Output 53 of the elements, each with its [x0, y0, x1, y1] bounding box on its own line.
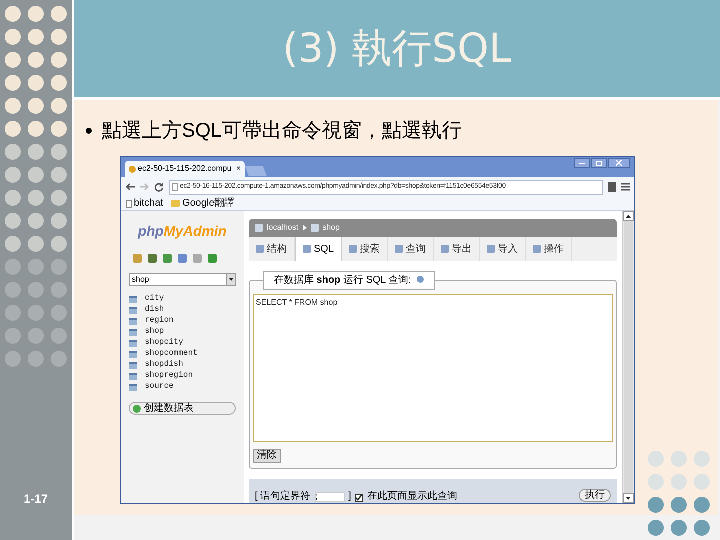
- table-link[interactable]: source: [145, 383, 174, 391]
- show-query-checkbox[interactable]: [355, 494, 364, 502]
- tab[interactable]: 导出: [434, 237, 480, 261]
- delimiter-label: [ 语句定界符: [255, 492, 311, 502]
- minimize-button[interactable]: [574, 158, 590, 168]
- tab[interactable]: 导入: [480, 237, 526, 261]
- page-icon: [172, 183, 178, 191]
- scroll-up-arrow-icon[interactable]: [626, 214, 631, 218]
- table-link[interactable]: region: [145, 317, 174, 325]
- dropdown-arrow-icon: [228, 278, 234, 281]
- close-window-button[interactable]: [608, 158, 630, 168]
- tab[interactable]: 操作: [526, 237, 572, 261]
- table-link[interactable]: shopcomment: [145, 350, 198, 358]
- show-query-label: 在此页面显示此查询: [367, 492, 458, 502]
- table-link[interactable]: city: [145, 295, 164, 303]
- tab[interactable]: 搜索: [342, 237, 388, 261]
- page-number: 1-17: [24, 491, 48, 508]
- bullet-icon: [86, 128, 92, 134]
- table-link[interactable]: shopdish: [145, 361, 184, 369]
- bullet-text: 點選上方SQL可帶出命令視窗，點選執行: [102, 119, 462, 144]
- table-link[interactable]: shopcity: [145, 339, 184, 347]
- table-link[interactable]: dish: [145, 306, 164, 314]
- database-select[interactable]: shop: [129, 273, 236, 286]
- close-tab-button[interactable]: ×: [236, 163, 241, 175]
- add-icon: [133, 404, 141, 412]
- scroll-down-arrow-icon[interactable]: [626, 496, 631, 500]
- tab[interactable]: SQL: [295, 237, 342, 261]
- breadcrumb-arrow-icon: [302, 225, 307, 231]
- folder-icon: [171, 200, 180, 207]
- reload-icon[interactable]: [155, 182, 164, 192]
- bookmark-link[interactable]: Google翻譯: [182, 198, 235, 208]
- back-icon[interactable]: [125, 183, 135, 191]
- close-icon: [616, 160, 622, 166]
- table-link[interactable]: shopregion: [145, 372, 194, 380]
- scrollbar[interactable]: [622, 211, 634, 503]
- clear-button[interactable]: 清除: [253, 449, 281, 463]
- sql-textarea[interactable]: SELECT * FROM shop: [253, 294, 613, 442]
- slide-title: (3) 執行SQL: [282, 24, 512, 74]
- browser-tab[interactable]: ec2-50-15-115-202.compu ×: [125, 161, 245, 177]
- query-legend: 在数据库 shop 运行 SQL 查询:: [263, 271, 436, 290]
- bookmark-link[interactable]: bitchat: [134, 198, 164, 208]
- table-link[interactable]: shop: [145, 328, 164, 336]
- delimiter-end: ]: [348, 492, 352, 502]
- maximize-button[interactable]: [591, 158, 607, 168]
- favicon-icon: [129, 166, 136, 172]
- delimiter-field[interactable]: ;: [314, 492, 345, 502]
- page-icon: [126, 200, 132, 208]
- create-table-button[interactable]: 创建数据表: [129, 402, 236, 415]
- menu-icon[interactable]: [621, 183, 630, 191]
- go-button[interactable]: 执行: [579, 489, 611, 502]
- phpmyadmin-logo[interactable]: phpMyAdmin: [129, 221, 236, 242]
- tab-title: ec2-50-15-115-202.compu: [138, 163, 232, 175]
- tab[interactable]: 查询: [388, 237, 434, 261]
